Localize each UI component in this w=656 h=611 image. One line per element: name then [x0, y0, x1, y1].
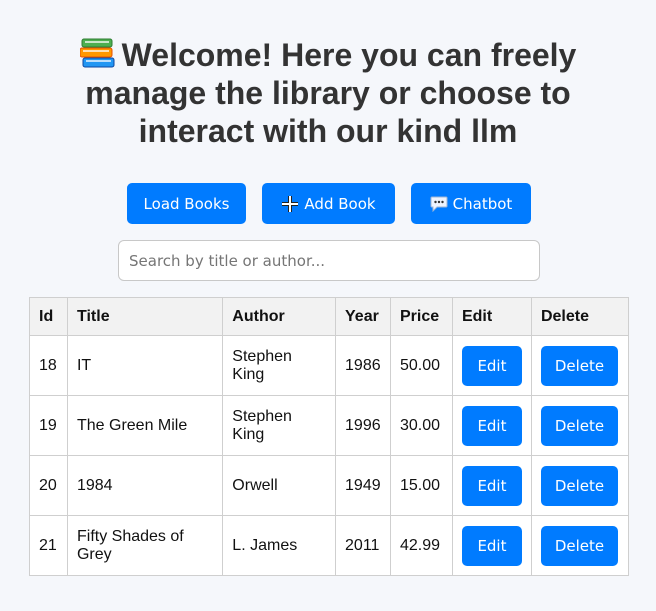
- table-row: 18 IT Stephen King 1986 50.00 Edit Delet…: [29, 335, 630, 396]
- edit-button[interactable]: Edit: [461, 465, 522, 506]
- books-table: Id Title Author Year Price Edit Delete 1…: [29, 297, 630, 576]
- cell-title: 1984: [66, 455, 224, 516]
- table-header-row: Id Title Author Year Price Edit Delete: [29, 297, 630, 336]
- cell-id: 19: [29, 395, 68, 456]
- edit-button[interactable]: Edit: [461, 525, 522, 566]
- cell-title: The Green Mile: [66, 395, 224, 456]
- cell-delete: Delete: [530, 335, 630, 396]
- cell-price: 15.00: [390, 455, 453, 516]
- cell-author: L. James: [222, 515, 337, 576]
- table-row: 21 Fifty Shades of Grey L. James 2011 42…: [29, 515, 630, 576]
- cell-year: 2011: [335, 515, 391, 576]
- add-book-label: Add Book: [304, 194, 376, 213]
- cell-id: 21: [29, 515, 68, 576]
- cell-year: 1949: [335, 455, 391, 516]
- cell-delete: Delete: [530, 515, 630, 576]
- delete-button[interactable]: Delete: [540, 345, 618, 386]
- load-books-label: Load Books: [143, 194, 230, 213]
- cell-edit: Edit: [451, 515, 532, 576]
- page-title: Welcome! Here you can freely manage the …: [40, 36, 616, 150]
- cell-year: 1986: [335, 335, 391, 396]
- cell-price: 30.00: [390, 395, 453, 456]
- cell-edit: Edit: [451, 455, 532, 516]
- title-text: Welcome! Here you can freely manage the …: [85, 37, 577, 149]
- column-header-price: Price: [390, 297, 453, 336]
- books-icon: [79, 38, 115, 68]
- cell-id: 18: [29, 335, 68, 396]
- cell-author: Stephen King: [222, 335, 337, 396]
- column-header-author: Author: [222, 297, 337, 336]
- plus-icon: [282, 195, 299, 212]
- cell-author: Orwell: [222, 455, 337, 516]
- edit-button[interactable]: Edit: [461, 405, 522, 446]
- column-header-title: Title: [66, 297, 224, 336]
- cell-year: 1996: [335, 395, 391, 456]
- column-header-edit: Edit: [451, 297, 532, 336]
- cell-id: 20: [29, 455, 68, 516]
- cell-delete: Delete: [530, 455, 630, 516]
- table-row: 20 1984 Orwell 1949 15.00 Edit Delete: [29, 455, 630, 516]
- toolbar: Load Books Add Book Chatbot: [0, 183, 656, 224]
- cell-edit: Edit: [451, 395, 532, 456]
- cell-price: 50.00: [390, 335, 453, 396]
- column-header-delete: Delete: [530, 297, 630, 336]
- column-header-id: Id: [29, 297, 68, 336]
- load-books-button[interactable]: Load Books: [127, 183, 246, 224]
- speech-bubble-icon: [430, 196, 448, 212]
- delete-button[interactable]: Delete: [540, 465, 618, 506]
- column-header-year: Year: [335, 297, 391, 336]
- delete-button[interactable]: Delete: [540, 525, 618, 566]
- cell-price: 42.99: [390, 515, 453, 576]
- add-book-button[interactable]: Add Book: [262, 183, 395, 224]
- table-row: 19 The Green Mile Stephen King 1996 30.0…: [29, 395, 630, 456]
- chatbot-button[interactable]: Chatbot: [411, 183, 531, 224]
- search-input[interactable]: [118, 240, 540, 281]
- cell-delete: Delete: [530, 395, 630, 456]
- delete-button[interactable]: Delete: [540, 405, 618, 446]
- chatbot-label: Chatbot: [452, 194, 513, 213]
- cell-author: Stephen King: [222, 395, 337, 456]
- cell-edit: Edit: [451, 335, 532, 396]
- cell-title: IT: [66, 335, 224, 396]
- cell-title: Fifty Shades of Grey: [66, 515, 224, 576]
- edit-button[interactable]: Edit: [461, 345, 522, 386]
